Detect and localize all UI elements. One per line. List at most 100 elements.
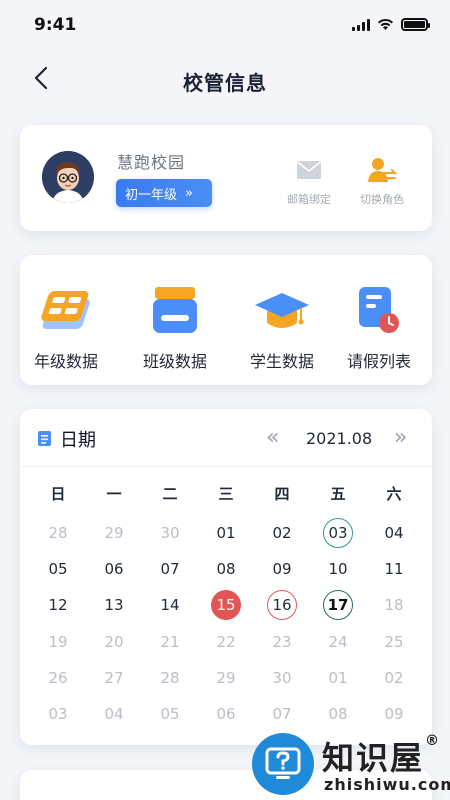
signal-icon — [352, 18, 370, 31]
calendar-day[interactable]: 02 — [254, 515, 310, 551]
class-data-label: 班级数据 — [142, 352, 207, 371]
calendar-day-number: 04 — [104, 705, 124, 724]
document-icon — [38, 431, 51, 446]
calendar-day[interactable]: 21 — [142, 624, 198, 660]
calendar-card: 日期 « 2021.08 » 日 一 二 三 四 五 六 28 29 30 01 02 0… — [20, 409, 432, 745]
calendar-day[interactable]: 02 — [366, 660, 422, 696]
calendar-day[interactable]: 03 — [310, 515, 366, 551]
calendar-day-number: 17 — [323, 590, 353, 621]
calendar-day[interactable]: 04 — [366, 515, 422, 551]
calendar-day-number: 03 — [323, 518, 353, 549]
weekday-label: 一 — [106, 485, 122, 503]
calendar-day[interactable]: 09 — [366, 696, 422, 732]
calendar-day[interactable]: 11 — [366, 551, 422, 587]
calendar-day-number: 22 — [216, 632, 236, 651]
calendar-header: 日期 « 2021.08 » — [20, 409, 432, 467]
calendar-day[interactable]: 26 — [30, 660, 86, 696]
status-icons — [352, 18, 430, 31]
calendar-day-number: 18 — [384, 596, 404, 615]
battery-icon — [401, 18, 430, 31]
class-data-icon — [153, 287, 197, 333]
calendar-day[interactable]: 06 — [86, 551, 142, 587]
calendar-day-number: 05 — [160, 705, 180, 724]
calendar-day-number: 06 — [104, 560, 124, 579]
calendar-day[interactable]: 06 — [198, 696, 254, 732]
calendar-day[interactable]: 22 — [198, 624, 254, 660]
status-bar: 9:41 — [0, 0, 450, 50]
calendar-day-number: 29 — [216, 668, 236, 687]
calendar-day[interactable]: 19 — [30, 624, 86, 660]
calendar-day-number: 23 — [272, 632, 292, 651]
grade-data-icon — [41, 291, 90, 329]
calendar-day[interactable]: 30 — [142, 515, 198, 551]
calendar-day[interactable]: 05 — [142, 696, 198, 732]
calendar-day[interactable]: 12 — [30, 587, 86, 623]
calendar-day[interactable]: 08 — [198, 551, 254, 587]
leave-list-icon — [359, 287, 399, 333]
calendar-day-number: 04 — [384, 524, 404, 543]
leave-list-label: 请假列表 — [346, 352, 411, 371]
calendar-day-number: 14 — [160, 596, 180, 615]
calendar-day-number: 26 — [48, 668, 68, 687]
calendar-day[interactable]: 15 — [198, 587, 254, 623]
calendar-day[interactable]: 29 — [198, 660, 254, 696]
calendar-day-number: 30 — [160, 524, 180, 543]
grade-data-button[interactable]: 年级数据 — [20, 281, 112, 372]
calendar-day[interactable]: 07 — [142, 551, 198, 587]
calendar-day[interactable]: 04 — [86, 696, 142, 732]
calendar-day[interactable]: 09 — [254, 551, 310, 587]
leave-list-button[interactable]: 请假列表 — [333, 281, 425, 372]
calendar-day-number: 01 — [216, 524, 236, 543]
watermark: 知识屋® zhishiwu.com — [250, 733, 450, 800]
student-data-button[interactable]: 学生数据 — [236, 281, 328, 372]
calendar-day[interactable]: 30 — [254, 660, 310, 696]
calendar-day-number: 13 — [104, 596, 124, 615]
calendar-day[interactable]: 24 — [310, 624, 366, 660]
calendar-day-number: 09 — [384, 705, 404, 724]
calendar-day-number: 24 — [328, 632, 348, 651]
nav-bar: 校管信息 — [0, 55, 450, 103]
status-time: 9:41 — [34, 15, 77, 35]
calendar-day[interactable]: 20 — [86, 624, 142, 660]
calendar-day[interactable]: 08 — [310, 696, 366, 732]
calendar-day-number: 19 — [48, 632, 68, 651]
switch-role-label: 切换角色 — [360, 193, 404, 206]
weekday-label: 四 — [274, 485, 290, 503]
weekday-label: 二 — [162, 485, 178, 503]
calendar-day[interactable]: 18 — [366, 587, 422, 623]
weekday-label: 日 — [50, 485, 66, 503]
calendar-day[interactable]: 17 — [310, 587, 366, 623]
quick-actions-card: 年级数据 班级数据 学生数据 请假列表 — [20, 255, 432, 385]
calendar-day[interactable]: 23 — [254, 624, 310, 660]
calendar-day-number: 01 — [328, 668, 348, 687]
calendar-day[interactable]: 16 — [254, 587, 310, 623]
calendar-day[interactable]: 14 — [142, 587, 198, 623]
bind-email-button[interactable]: 邮箱绑定 — [278, 155, 340, 207]
calendar-day[interactable]: 13 — [86, 587, 142, 623]
calendar-day[interactable]: 01 — [310, 660, 366, 696]
mail-icon — [297, 161, 321, 179]
profile-card: 慧跑校园 初一年级 » 邮箱绑定 切换角色 — [20, 125, 432, 231]
calendar-day-number: 09 — [272, 560, 292, 579]
calendar-day[interactable]: 28 — [30, 515, 86, 551]
calendar-day[interactable]: 25 — [366, 624, 422, 660]
calendar-day[interactable]: 07 — [254, 696, 310, 732]
class-data-button[interactable]: 班级数据 — [129, 281, 221, 372]
calendar-day-number: 29 — [104, 524, 124, 543]
avatar[interactable] — [42, 151, 94, 203]
grade-selector-button[interactable]: 初一年级 » — [116, 179, 212, 207]
calendar-day[interactable]: 01 — [198, 515, 254, 551]
student-data-label: 学生数据 — [249, 352, 314, 371]
calendar-day[interactable]: 03 — [30, 696, 86, 732]
calendar-day[interactable]: 27 — [86, 660, 142, 696]
switch-role-button[interactable]: 切换角色 — [351, 155, 413, 207]
calendar-day[interactable]: 28 — [142, 660, 198, 696]
prev-month-button[interactable]: « — [266, 425, 279, 450]
next-month-button[interactable]: » — [394, 425, 407, 450]
calendar-day[interactable]: 29 — [86, 515, 142, 551]
calendar-day-number: 21 — [160, 632, 180, 651]
calendar-day[interactable]: 10 — [310, 551, 366, 587]
student-data-icon — [255, 293, 309, 328]
calendar-day-number: 10 — [328, 560, 348, 579]
calendar-day[interactable]: 05 — [30, 551, 86, 587]
